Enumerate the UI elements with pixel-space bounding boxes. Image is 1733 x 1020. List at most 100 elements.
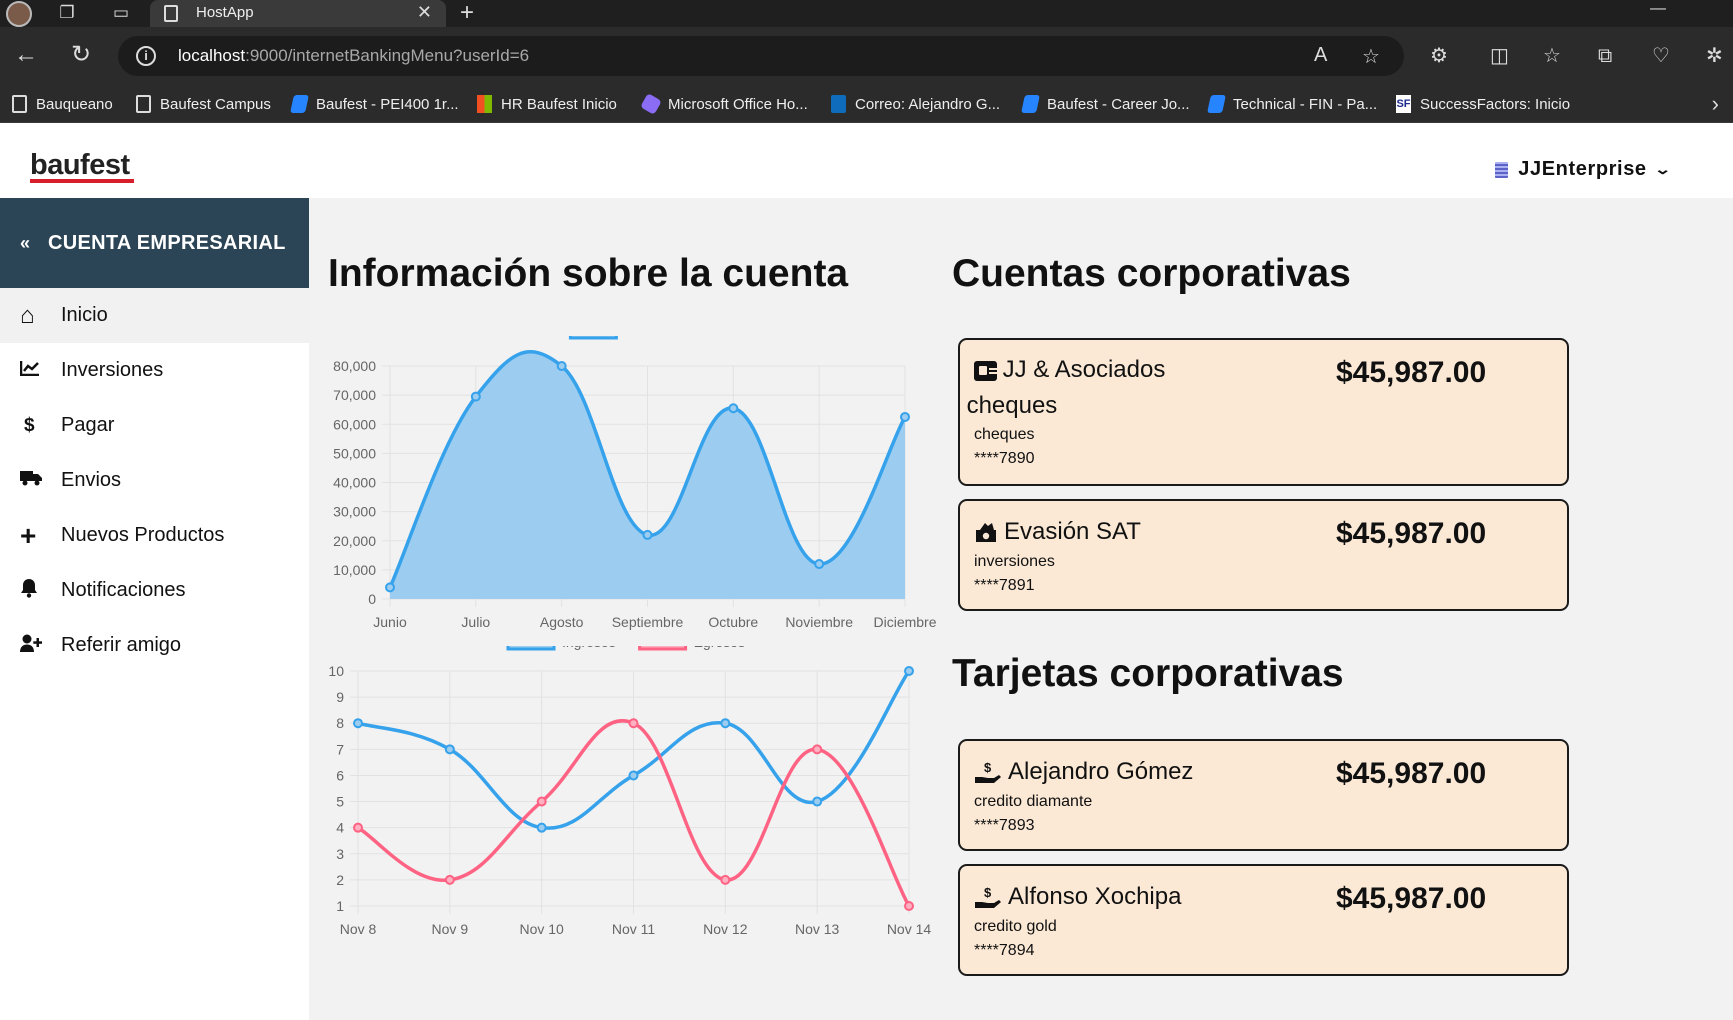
tab-actions-icon[interactable]: ▭ xyxy=(110,3,132,23)
browser-essentials-icon[interactable]: ♡ xyxy=(1652,45,1670,67)
bookmark-pei400[interactable]: Baufest - PEI400 1r... xyxy=(290,93,459,115)
sidebar-item-label: Inicio xyxy=(61,304,108,326)
data-point xyxy=(556,361,567,371)
legend-swatch xyxy=(638,646,688,651)
legend-swatch xyxy=(506,646,556,651)
bookmark-label: Baufest - Career Jo... xyxy=(1047,95,1190,113)
account-info-title: Información sobre la cuenta xyxy=(328,252,849,295)
data-point xyxy=(904,901,914,911)
tab-title: HostApp xyxy=(196,4,254,21)
sidebar-item-envios[interactable]: Envios xyxy=(0,453,309,508)
x-tick-label: Nov 11 xyxy=(612,921,656,937)
sidebar-item-notificaciones[interactable]: Notificaciones xyxy=(0,563,309,618)
hand-holding-dollar-icon: $ xyxy=(974,760,1002,783)
card-number: ****7893 xyxy=(974,817,1035,834)
x-tick-label: Noviembre xyxy=(785,614,853,630)
sidebar-title: CUENTA EMPRESARIAL xyxy=(48,231,286,254)
corporate-card[interactable]: $ Alejandro Gómez $45,987.00 credito dia… xyxy=(958,739,1569,851)
data-point xyxy=(385,582,395,593)
sidebar-item-inversiones[interactable]: Inversiones xyxy=(0,343,309,398)
reload-icon[interactable]: ↻ xyxy=(67,41,95,69)
data-point xyxy=(642,529,653,540)
bookmark-career[interactable]: Baufest - Career Jo... xyxy=(1021,93,1190,115)
y-tick-label: 30,000 xyxy=(333,504,376,520)
bookmark-label: Correo: Alejandro G... xyxy=(855,95,1001,113)
x-tick-label: Nov 8 xyxy=(340,921,377,937)
sidebar: « CUENTA EMPRESARIAL ⌂ Inicio Inversione… xyxy=(0,198,309,1020)
account-card[interactable]: JJ & Asociados cheques $45,987.00 cheque… xyxy=(958,338,1569,486)
sidebar-item-inicio[interactable]: ⌂ Inicio xyxy=(0,288,309,343)
data-point xyxy=(470,391,481,402)
browser-tab-bar: ❐ ▭ HostApp ✕ + — xyxy=(0,0,1733,27)
bookmark-hr-baufest[interactable]: HR Baufest Inicio xyxy=(477,93,617,115)
bookmarks-bar: Bauqueano Baufest Campus Baufest - PEI40… xyxy=(0,85,1733,123)
sidebar-item-nuevos-productos[interactable]: + Nuevos Productos xyxy=(0,508,309,563)
new-tab-icon[interactable]: + xyxy=(460,0,474,26)
y-tick-label: 10,000 xyxy=(333,562,376,578)
bookmark-baufest-campus[interactable]: Baufest Campus xyxy=(136,93,271,115)
url-text[interactable]: localhost:9000/internetBankingMenu?userI… xyxy=(178,46,529,66)
back-icon[interactable]: ← xyxy=(12,41,40,69)
enterprise-selector[interactable]: JJEnterprise ⌄ xyxy=(1495,158,1671,181)
truck-icon xyxy=(20,470,61,492)
y-tick-label: 0 xyxy=(368,591,376,607)
y-tick-label: 50,000 xyxy=(333,445,376,461)
data-point xyxy=(536,822,547,833)
page-icon xyxy=(136,95,151,113)
x-tick-label: Octubre xyxy=(708,614,758,630)
id-card-icon xyxy=(974,361,997,381)
extensions-icon[interactable]: ⚙ xyxy=(1430,45,1448,67)
site-info-icon[interactable]: i xyxy=(136,46,156,66)
account-number: ****7891 xyxy=(974,577,1035,594)
card-holder: $ Alfonso Xochipa xyxy=(974,880,1181,914)
sidebar-item-label: Notificaciones xyxy=(61,579,186,601)
legend-label: Inversiones xyxy=(624,336,696,339)
data-point xyxy=(904,666,914,676)
bookmark-bauqueano[interactable]: Bauqueano xyxy=(12,93,113,115)
collections-icon[interactable]: ⧉ xyxy=(1598,45,1612,67)
y-tick-label: 8 xyxy=(336,715,344,731)
card-balance: $45,987.00 xyxy=(1336,757,1487,790)
url-path: :9000/internetBankingMenu?userId=6 xyxy=(245,46,530,65)
copilot-icon[interactable]: ✲ xyxy=(1706,45,1723,67)
bookmark-correo[interactable]: Correo: Alejandro G... xyxy=(831,93,1000,115)
y-tick-label: 4 xyxy=(336,820,344,836)
y-tick-label: 20,000 xyxy=(333,533,376,549)
data-point xyxy=(353,822,363,833)
browser-tab[interactable]: HostApp ✕ xyxy=(150,0,446,27)
corporate-card[interactable]: $ Alfonso Xochipa $45,987.00 credito gol… xyxy=(958,864,1569,976)
money-bill-icon xyxy=(974,521,998,542)
profile-avatar[interactable] xyxy=(6,1,32,27)
favorite-star-icon[interactable]: ☆ xyxy=(1362,44,1380,69)
bookmark-successfactors[interactable]: SF SuccessFactors: Inicio xyxy=(1396,93,1570,115)
sidebar-item-referir-amigo[interactable]: Referir amigo xyxy=(0,618,309,673)
sidebar-item-pagar[interactable]: $ Pagar xyxy=(0,398,309,453)
y-tick-label: 3 xyxy=(336,846,344,862)
sidebar-header[interactable]: « CUENTA EMPRESARIAL xyxy=(0,198,309,288)
card-type: credito diamante xyxy=(974,793,1093,810)
bookmark-label: Baufest Campus xyxy=(160,95,271,113)
account-card[interactable]: Evasión SAT $45,987.00 inversiones ****7… xyxy=(958,499,1569,611)
data-point xyxy=(812,796,823,807)
account-type: inversiones xyxy=(974,553,1055,570)
split-screen-icon[interactable]: ◫ xyxy=(1490,45,1509,67)
bookmark-office[interactable]: Microsoft Office Ho... xyxy=(640,93,808,115)
bookmark-technical[interactable]: Technical - FIN - Pa... xyxy=(1207,93,1377,115)
logo-underline xyxy=(30,179,134,183)
minimize-window-icon[interactable]: — xyxy=(1650,0,1666,18)
collapse-sidebar-icon[interactable]: « xyxy=(20,233,30,254)
data-point xyxy=(720,874,731,885)
card-type: credito gold xyxy=(974,918,1057,935)
chevron-right-icon[interactable]: › xyxy=(1712,91,1719,117)
building-icon xyxy=(1495,161,1509,178)
baufest-logo: baufest xyxy=(30,149,130,181)
data-point xyxy=(444,874,455,885)
url-host: localhost xyxy=(178,46,246,65)
workspaces-icon[interactable]: ❐ xyxy=(56,3,78,23)
card-balance: $45,987.00 xyxy=(1336,882,1487,915)
read-aloud-icon[interactable]: A xyxy=(1314,44,1327,67)
data-point xyxy=(814,559,825,570)
address-bar[interactable]: i localhost:9000/internetBankingMenu?use… xyxy=(118,36,1404,76)
favorites-icon[interactable]: ☆ xyxy=(1543,45,1561,67)
close-tab-icon[interactable]: ✕ xyxy=(417,2,432,23)
